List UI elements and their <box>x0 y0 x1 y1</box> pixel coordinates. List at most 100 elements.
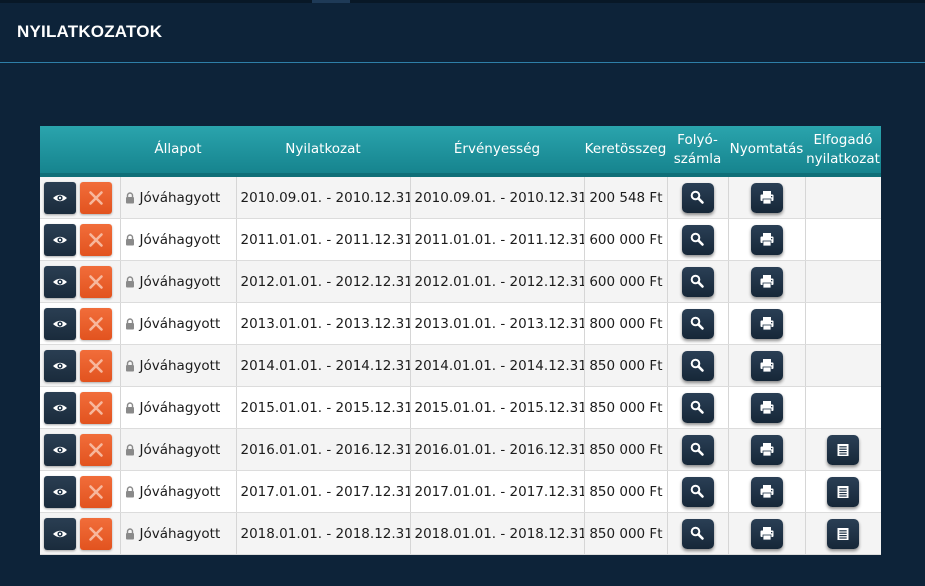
row-status: Jóváhagyott <box>120 218 237 261</box>
row-status: Jóváhagyott <box>120 302 237 345</box>
view-button[interactable] <box>44 307 76 340</box>
printer-icon <box>760 484 773 498</box>
account-button[interactable] <box>681 434 714 465</box>
print-button[interactable] <box>750 350 783 381</box>
printer-icon <box>760 190 773 204</box>
validity-period: 2010.09.01. - 2010.12.31. <box>410 175 585 219</box>
eye-icon <box>53 404 67 411</box>
account-button[interactable] <box>681 224 714 255</box>
account-button[interactable] <box>681 350 714 381</box>
credit-amount: 600 000 Ft <box>584 218 668 261</box>
view-button[interactable] <box>44 391 76 424</box>
accepted-declaration-button[interactable] <box>827 476 860 507</box>
header-credit-amount: Keretösszeg <box>584 126 667 177</box>
row-accepted <box>805 302 881 345</box>
validity-period: 2016.01.01. - 2016.12.31. <box>410 428 585 471</box>
print-button[interactable] <box>750 518 783 549</box>
eye-icon <box>53 530 67 537</box>
delete-button[interactable] <box>80 307 112 340</box>
accepted-declaration-button[interactable] <box>827 434 860 465</box>
print-button[interactable] <box>750 392 783 423</box>
close-icon <box>89 316 103 331</box>
credit-amount: 850 000 Ft <box>584 344 668 387</box>
print-button[interactable] <box>750 266 783 297</box>
eye-icon <box>53 278 67 285</box>
document-list-icon <box>837 527 849 540</box>
header-accepted-line2: nyilatkozat <box>806 150 880 167</box>
row-actions <box>40 218 121 261</box>
view-button[interactable] <box>44 223 76 256</box>
print-button[interactable] <box>750 224 783 255</box>
declaration-period: 2010.09.01. - 2010.12.31. <box>236 175 411 219</box>
account-button[interactable] <box>681 392 714 423</box>
delete-button[interactable] <box>80 517 112 550</box>
print-button[interactable] <box>750 182 783 213</box>
table-row: Jóváhagyott 2011.01.01. - 2011.12.31. 20… <box>40 218 881 261</box>
declaration-period: 2012.01.01. - 2012.12.31. <box>236 260 411 303</box>
document-list-icon <box>837 485 849 498</box>
table-header-row: Állapot Nyilatkozat Érvényesség Keretöss… <box>40 126 881 177</box>
delete-button[interactable] <box>80 265 112 298</box>
credit-amount: 850 000 Ft <box>584 386 668 429</box>
row-account <box>667 512 729 555</box>
status-label: Jóváhagyott <box>139 189 221 206</box>
eye-icon <box>53 488 67 495</box>
lock-icon <box>125 359 134 371</box>
view-button[interactable] <box>44 475 76 508</box>
print-button[interactable] <box>750 476 783 507</box>
view-button[interactable] <box>44 349 76 382</box>
status-label: Jóváhagyott <box>139 315 221 332</box>
credit-amount: 850 000 Ft <box>584 470 668 513</box>
header-account-line2: számla <box>673 150 722 167</box>
validity-period: 2011.01.01. - 2011.12.31. <box>410 218 585 261</box>
view-button[interactable] <box>44 433 76 466</box>
close-icon <box>89 358 103 373</box>
status-label: Jóváhagyott <box>139 273 221 290</box>
account-button[interactable] <box>681 266 714 297</box>
row-accepted <box>805 218 881 261</box>
delete-button[interactable] <box>80 391 112 424</box>
row-actions <box>40 512 121 555</box>
table-row: Jóváhagyott 2014.01.01. - 2014.12.31. 20… <box>40 344 881 387</box>
accepted-declaration-button[interactable] <box>827 518 860 549</box>
credit-amount: 800 000 Ft <box>584 302 668 345</box>
row-actions <box>40 260 121 303</box>
delete-button[interactable] <box>80 433 112 466</box>
delete-button[interactable] <box>80 223 112 256</box>
row-accepted <box>805 344 881 387</box>
account-button[interactable] <box>681 518 714 549</box>
close-icon <box>89 190 103 205</box>
row-accepted <box>805 386 881 429</box>
lock-icon <box>125 191 134 203</box>
eye-icon <box>53 446 67 453</box>
table-row: Jóváhagyott 2013.01.01. - 2013.12.31. 20… <box>40 302 881 345</box>
view-button[interactable] <box>44 265 76 298</box>
view-button[interactable] <box>44 181 76 214</box>
print-button[interactable] <box>750 308 783 339</box>
validity-period: 2018.01.01. - 2018.12.31. <box>410 512 585 555</box>
row-print <box>728 428 806 471</box>
declaration-period: 2018.01.01. - 2018.12.31. <box>236 512 411 555</box>
row-actions <box>40 302 121 345</box>
account-button[interactable] <box>681 308 714 339</box>
row-actions <box>40 386 121 429</box>
account-button[interactable] <box>681 476 714 507</box>
header-status: Állapot <box>120 126 236 177</box>
view-button[interactable] <box>44 517 76 550</box>
printer-icon <box>760 232 773 246</box>
row-print <box>728 175 806 219</box>
row-actions <box>40 470 121 513</box>
delete-button[interactable] <box>80 475 112 508</box>
credit-amount: 850 000 Ft <box>584 428 668 471</box>
row-print <box>728 386 806 429</box>
printer-icon <box>760 358 773 372</box>
row-account <box>667 175 729 219</box>
print-button[interactable] <box>750 434 783 465</box>
printer-icon <box>760 442 773 456</box>
header-account: Folyó-számla <box>667 126 728 177</box>
account-button[interactable] <box>681 182 714 213</box>
top-strip <box>0 0 925 3</box>
delete-button[interactable] <box>80 349 112 382</box>
delete-button[interactable] <box>80 181 112 214</box>
row-status: Jóváhagyott <box>120 344 237 387</box>
